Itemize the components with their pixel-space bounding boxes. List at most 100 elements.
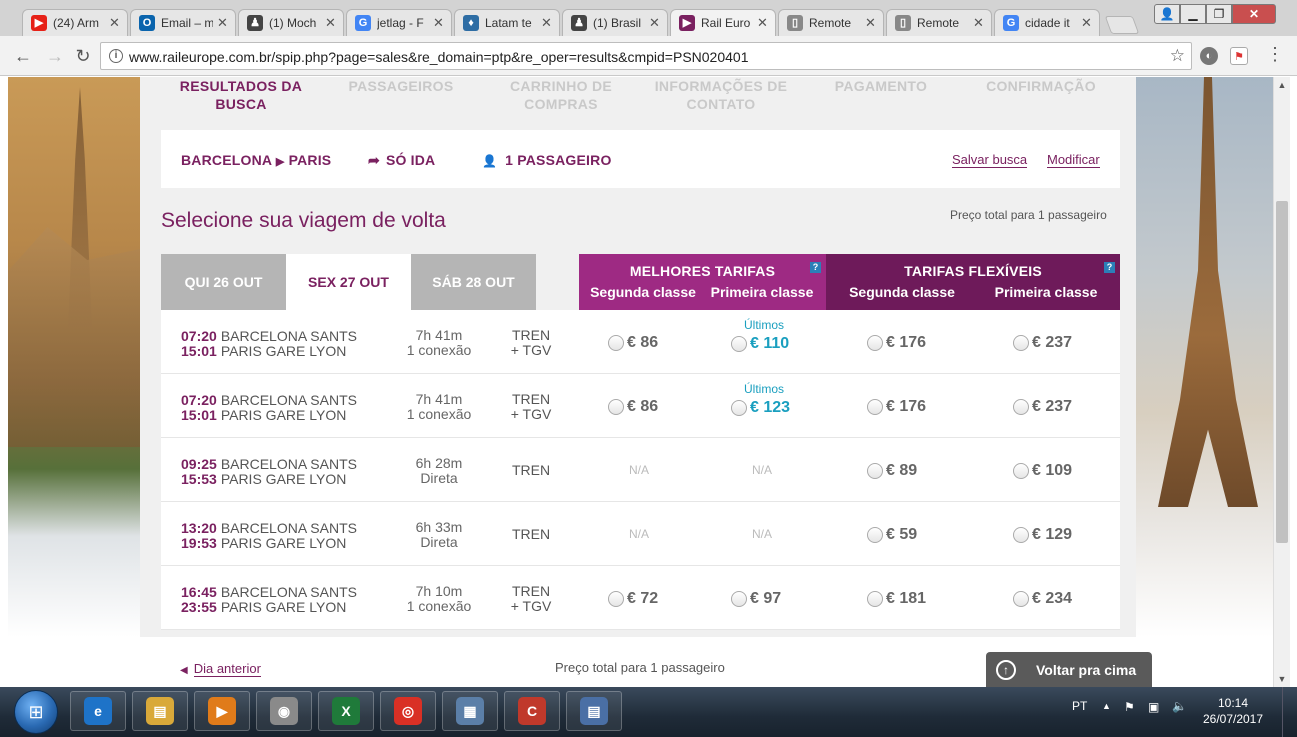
reload-icon[interactable]: ↻: [72, 45, 94, 67]
radio-button[interactable]: [731, 400, 747, 416]
fare-option[interactable]: € 176: [867, 334, 926, 352]
address-bar[interactable]: i www.raileurope.com.br/spip.php?page=sa…: [100, 42, 1192, 70]
radio-button[interactable]: [731, 336, 747, 352]
browser-tab[interactable]: ▶ (24) Arm ✕: [22, 9, 128, 36]
taskbar-app[interactable]: C: [504, 691, 560, 731]
chrome-menu-icon[interactable]: ⋮: [1266, 44, 1284, 65]
taskbar-app[interactable]: ◉: [256, 691, 312, 731]
radio-button[interactable]: [867, 399, 883, 415]
tab-close-icon[interactable]: ✕: [325, 15, 337, 31]
tab-close-icon[interactable]: ✕: [1081, 15, 1093, 31]
tab-close-icon[interactable]: ✕: [865, 15, 877, 31]
fare-option[interactable]: € 237: [1013, 398, 1072, 416]
radio-button[interactable]: [867, 463, 883, 479]
radio-button[interactable]: [608, 399, 624, 415]
taskbar-app[interactable]: ▤: [132, 691, 188, 731]
fare-option[interactable]: € 110: [731, 335, 789, 353]
browser-tab[interactable]: ▯ Remote ✕: [886, 9, 992, 36]
browser-tab[interactable]: ♟ (1) Brasil ✕: [562, 9, 668, 36]
back-to-top-button[interactable]: ↑ Voltar pra cima: [986, 652, 1152, 687]
fare-option[interactable]: € 86: [608, 398, 658, 416]
fare-option[interactable]: € 72: [608, 590, 658, 608]
bookmark-star-icon[interactable]: ☆: [1170, 46, 1185, 66]
radio-button[interactable]: [867, 335, 883, 351]
action-center-flag-icon[interactable]: ⚑: [1124, 700, 1135, 714]
windows-start-icon[interactable]: ⊞: [14, 690, 58, 734]
fare-option[interactable]: € 109: [1013, 462, 1072, 480]
radio-button[interactable]: [1013, 399, 1029, 415]
date-tab-fri-27[interactable]: SEX 27 OUT: [286, 254, 411, 310]
help-icon[interactable]: ?: [1104, 262, 1115, 273]
fare-option[interactable]: € 86: [608, 334, 658, 352]
radio-button[interactable]: [1013, 463, 1029, 479]
tab-close-icon[interactable]: ✕: [109, 15, 121, 31]
back-arrow-icon[interactable]: ←: [12, 45, 34, 67]
taskbar-app[interactable]: ▤: [566, 691, 622, 731]
browser-tab[interactable]: Gjetlag - F ✕: [346, 9, 452, 36]
previous-day-link[interactable]: ◀ Dia anterior: [180, 661, 261, 677]
scroll-up-icon[interactable]: ▲: [1274, 77, 1290, 93]
radio-button[interactable]: [867, 527, 883, 543]
tab-close-icon[interactable]: ✕: [973, 15, 985, 31]
network-icon[interactable]: ▣: [1148, 700, 1159, 714]
radio-button[interactable]: [608, 591, 624, 607]
browser-tab[interactable]: ▶ Rail Euro ✕: [670, 9, 776, 36]
fare-option[interactable]: € 97: [731, 590, 781, 608]
volume-icon[interactable]: 🔈: [1172, 699, 1187, 713]
scroll-down-icon[interactable]: ▼: [1274, 671, 1290, 687]
tab-close-icon[interactable]: ✕: [649, 15, 661, 31]
fare-option[interactable]: € 59: [867, 526, 917, 544]
tray-expand-icon[interactable]: ▲: [1102, 701, 1111, 711]
arrival: 19:53 PARIS GARE LYON: [181, 535, 346, 551]
radio-button[interactable]: [867, 591, 883, 607]
maximize-icon[interactable]: ❐: [1206, 4, 1232, 24]
scroll-thumb[interactable]: [1276, 201, 1288, 543]
extension-flag-icon[interactable]: ⚑: [1230, 47, 1248, 65]
date-tab-thu-26[interactable]: QUI 26 OUT: [161, 254, 286, 310]
taskbar-app[interactable]: ▦: [442, 691, 498, 731]
fare-option[interactable]: € 234: [1013, 590, 1072, 608]
browser-tab[interactable]: O Email – m ✕: [130, 9, 236, 36]
radio-button[interactable]: [1013, 335, 1029, 351]
minimize-icon[interactable]: ▁: [1180, 4, 1206, 24]
extension-icon[interactable]: ◐: [1200, 47, 1218, 65]
tab-title: Latam te: [485, 16, 532, 30]
page-scrollbar[interactable]: ▲ ▼: [1273, 77, 1290, 687]
radio-button[interactable]: [1013, 527, 1029, 543]
new-tab-button[interactable]: [1104, 16, 1140, 34]
tab-close-icon[interactable]: ✕: [217, 15, 229, 31]
fare-option[interactable]: € 176: [867, 398, 926, 416]
fare-option[interactable]: € 123: [731, 399, 790, 417]
radio-button[interactable]: [731, 591, 747, 607]
modify-search-link[interactable]: Modificar: [1047, 152, 1100, 168]
system-clock[interactable]: 10:14 26/07/2017: [1198, 695, 1268, 727]
step-search-results[interactable]: RESULTADOS DA BUSCA: [161, 77, 321, 113]
browser-tab[interactable]: ♦ Latam te ✕: [454, 9, 560, 36]
save-search-link[interactable]: Salvar busca: [952, 152, 1028, 168]
tab-close-icon[interactable]: ✕: [541, 15, 553, 31]
taskbar-app[interactable]: ◎: [380, 691, 436, 731]
user-icon[interactable]: 👤: [1154, 4, 1180, 24]
browser-tab[interactable]: Gcidade it ✕: [994, 9, 1100, 36]
close-icon[interactable]: ✕: [1232, 4, 1276, 24]
taskbar-app[interactable]: e: [70, 691, 126, 731]
fare-option[interactable]: € 237: [1013, 334, 1072, 352]
taskbar-app[interactable]: X: [318, 691, 374, 731]
radio-button[interactable]: [608, 335, 624, 351]
fare-option[interactable]: € 181: [867, 590, 926, 608]
fare-option[interactable]: € 129: [1013, 526, 1072, 544]
language-indicator[interactable]: PT: [1072, 699, 1087, 713]
date-tab-sat-28[interactable]: SÁB 28 OUT: [411, 254, 536, 310]
tab-close-icon[interactable]: ✕: [757, 15, 769, 31]
browser-tab[interactable]: ♟ (1) Moch ✕: [238, 9, 344, 36]
taskbar-app[interactable]: ▶: [194, 691, 250, 731]
forward-arrow-icon[interactable]: →: [44, 45, 66, 67]
show-desktop-button[interactable]: [1282, 687, 1297, 737]
tab-close-icon[interactable]: ✕: [433, 15, 445, 31]
browser-tab[interactable]: ▯ Remote ✕: [778, 9, 884, 36]
radio-button[interactable]: [1013, 591, 1029, 607]
help-icon[interactable]: ?: [810, 262, 821, 273]
fare-price: € 237: [1032, 334, 1073, 351]
info-icon[interactable]: i: [109, 49, 123, 63]
fare-option[interactable]: € 89: [867, 462, 917, 480]
